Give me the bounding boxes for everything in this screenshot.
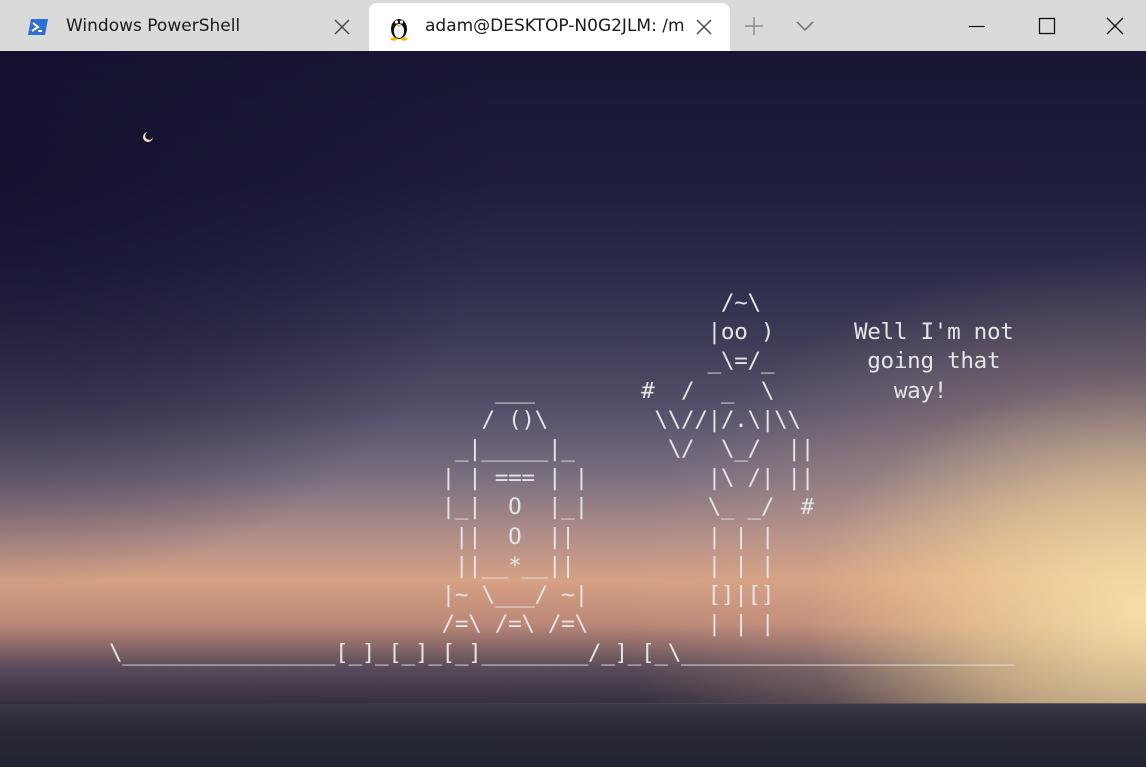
maximize-button[interactable]: [1012, 0, 1080, 51]
sea: [0, 704, 1146, 767]
linux-penguin-icon: [387, 15, 411, 41]
tab-windows-powershell[interactable]: Windows PowerShell: [0, 3, 366, 51]
close-icon: [1106, 17, 1124, 35]
tab-linux-shell[interactable]: adam@DESKTOP-N0G2JLM: /m: [369, 3, 730, 51]
new-tab-button[interactable]: [739, 11, 769, 41]
tab-label: adam@DESKTOP-N0G2JLM: /m: [425, 16, 685, 36]
close-tab-icon[interactable]: [694, 17, 714, 37]
close-tab-icon[interactable]: [332, 17, 352, 37]
maximize-icon: [1038, 17, 1056, 35]
powershell-icon: [26, 15, 50, 39]
close-window-button[interactable]: [1080, 0, 1146, 51]
plus-icon: [739, 17, 769, 45]
terminal-pane[interactable]: /~\ |oo ) Well I'm not _\=/_ going that …: [0, 51, 1146, 767]
minimize-icon: [969, 25, 985, 28]
profiles-dropdown-button[interactable]: [790, 11, 820, 41]
moon-icon: [143, 132, 153, 142]
minimize-button[interactable]: [942, 0, 1010, 51]
ascii-art-output: /~\ |oo ) Well I'm not _\=/_ going that …: [109, 290, 1014, 667]
chevron-down-icon: [790, 21, 820, 45]
tab-label: Windows PowerShell: [66, 16, 241, 36]
title-bar: Windows PowerShell adam@DESKTOP-N0G2JLM:…: [0, 0, 1146, 51]
